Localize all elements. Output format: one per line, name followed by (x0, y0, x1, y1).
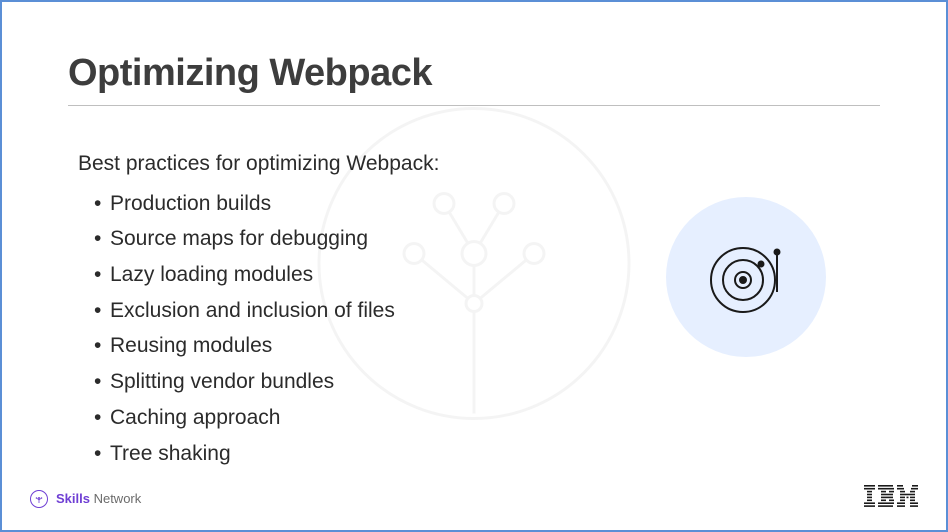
skills-network-brand: Skills Network (30, 490, 141, 508)
skills-network-label: Skills Network (56, 491, 141, 506)
ibm-logo (864, 485, 918, 512)
page-title: Optimizing Webpack (68, 52, 880, 106)
list-item: Tree shaking (94, 436, 880, 472)
skills-bold: Skills (56, 491, 90, 506)
network-badge-icon (30, 490, 48, 508)
target-icon (701, 232, 791, 322)
footer: Skills Network (2, 485, 946, 512)
skills-light: Network (90, 491, 141, 506)
list-item: Caching approach (94, 400, 880, 436)
target-illustration (666, 197, 826, 357)
list-item: Splitting vendor bundles (94, 364, 880, 400)
intro-text: Best practices for optimizing Webpack: (78, 146, 880, 182)
